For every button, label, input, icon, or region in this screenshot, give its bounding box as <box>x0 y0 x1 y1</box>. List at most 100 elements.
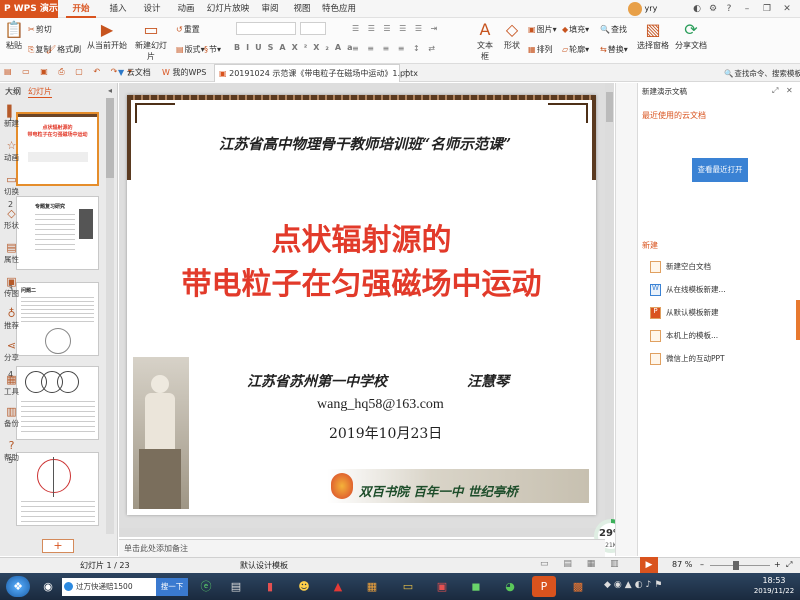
minimize-icon[interactable]: – <box>740 0 754 18</box>
replace-button[interactable]: ⇆替换▾ <box>600 44 628 55</box>
superscript-button[interactable]: X² <box>292 43 314 52</box>
fit-window-icon[interactable]: ⤢ <box>786 560 792 570</box>
media-icon[interactable]: ▮ <box>258 576 282 597</box>
panel-collapse-icon[interactable]: ◂ <box>108 86 112 95</box>
tray-icons[interactable]: ◆◉▲◐♪⚑ <box>604 580 665 590</box>
paragraph-indent-icons[interactable]: ≡ ≡ ≡ ≡ ↕ ⇄ <box>352 44 438 53</box>
pane-close-icon[interactable]: ✕ <box>786 86 793 95</box>
tab-slideshow[interactable]: 幻灯片放映 <box>204 0 252 18</box>
slide[interactable]: 江苏省高中物理骨干教师培训班“名师示范课” 点状辐射源的 带电粒子在匀强磁场中运… <box>127 95 596 515</box>
browser-icon[interactable]: ⓔ <box>194 576 218 597</box>
slide-thumb-3[interactable]: 问题二 <box>16 282 99 356</box>
folder-icon[interactable]: ▤ <box>224 576 248 597</box>
wps-taskbar-icon[interactable]: P <box>532 576 556 597</box>
underline-button[interactable]: U <box>255 43 268 52</box>
explorer-icon[interactable]: ▭ <box>396 576 420 597</box>
font-format-buttons[interactable]: BIUSAX²X₂Aa <box>234 43 359 52</box>
tab-insert[interactable]: 插入 <box>104 0 132 18</box>
add-slide-button[interactable]: + <box>42 539 74 553</box>
font-size-select[interactable] <box>300 22 326 35</box>
taskbar-search-input[interactable]: 过万快递赔1500 <box>62 578 156 596</box>
font-name-select[interactable] <box>236 22 296 35</box>
local-template[interactable]: 本机上的模板... <box>650 330 718 342</box>
slide-thumb-1[interactable]: 点状辐射源的 带电粒子在匀强磁场中运动 <box>16 112 99 186</box>
player-icon[interactable]: ▣ <box>430 576 454 597</box>
sidebar-item-share[interactable]: ⋖ 分享 <box>0 340 23 363</box>
sidebar-item-transition[interactable]: ▭ 切换 <box>0 174 23 197</box>
slide-thumb-5[interactable] <box>16 452 99 526</box>
sidebar-item-backup[interactable]: ▥ 备份 <box>0 406 23 429</box>
view-mode-icons[interactable]: ▭ ▤ ▦ ▥ <box>540 559 625 569</box>
arrange-button[interactable]: ▦排列 <box>528 44 553 55</box>
zoom-out-button[interactable]: – <box>700 560 704 569</box>
shape-button[interactable]: ◇ 形状 <box>502 22 522 51</box>
pane-edge-handle[interactable] <box>796 300 800 340</box>
sidebar-item-animation[interactable]: ☆ 动画 <box>0 140 23 163</box>
tab-features[interactable]: 特色应用 <box>320 0 358 18</box>
italic-button[interactable]: I <box>246 43 255 52</box>
new-blank-doc[interactable]: 新建空白文档 <box>650 261 711 273</box>
sidebar-item-new[interactable]: ▌ 新建 <box>0 106 23 129</box>
canvas-scroll-thumb[interactable] <box>606 92 613 122</box>
command-search[interactable]: 🔍查找命令、搜索模板 <box>724 68 800 79</box>
find-button[interactable]: 🔍查找 <box>600 24 627 35</box>
paragraph-align-icons[interactable]: ☰ ☰ ☰ ☰ ☰ ⇥ <box>352 24 440 33</box>
format-painter-button[interactable]: 🖌格式刷 <box>46 44 81 55</box>
bold-button[interactable]: B <box>234 43 246 52</box>
green-app-icon[interactable]: ◼ <box>464 576 488 597</box>
tab-cloud-doc[interactable]: ▼ 云文档 <box>104 64 151 82</box>
restore-icon[interactable]: ❐ <box>760 0 774 18</box>
new-tab-icon[interactable]: + <box>403 67 410 76</box>
wechat-icon[interactable]: ◕ <box>498 576 522 597</box>
zoom-slider[interactable] <box>710 565 770 566</box>
canvas-scrollbar-h[interactable] <box>119 528 605 537</box>
pane-pin-icon[interactable]: ⤢ <box>772 86 778 96</box>
tab-review[interactable]: 审阅 <box>256 0 284 18</box>
view-recent-button[interactable]: 查看最近打开 <box>692 158 748 182</box>
tab-start[interactable]: 开始 <box>66 0 96 18</box>
tab-view[interactable]: 视图 <box>288 0 316 18</box>
tab-design[interactable]: 设计 <box>138 0 166 18</box>
picture-button[interactable]: ▣图片▾ <box>528 24 557 35</box>
subscript-button[interactable]: X₂ <box>313 43 335 52</box>
textbox-button[interactable]: A 文本框 <box>474 22 496 62</box>
tab-outline[interactable]: 大纲 <box>5 86 21 97</box>
close-icon[interactable]: ✕ <box>780 0 794 18</box>
reset-button[interactable]: ↺重置 <box>176 24 200 35</box>
new-slide-button[interactable]: ▭ 新建幻灯片 <box>132 22 170 62</box>
canvas-scrollbar-v[interactable] <box>605 83 614 536</box>
new-from-online-template[interactable]: W 从在线模板新建... <box>650 284 726 296</box>
panel-scroll-thumb[interactable] <box>106 98 114 178</box>
notes-area[interactable]: 单击此处添加备注 <box>119 539 605 557</box>
zoom-in-button[interactable]: + <box>774 560 781 569</box>
slideshow-play-button[interactable]: ▶ <box>640 557 658 573</box>
new-from-default-template[interactable]: P 从默认模板新建 <box>650 307 719 319</box>
app2-icon[interactable]: ▩ <box>566 576 590 597</box>
sidebar-item-help[interactable]: ? 帮助 <box>0 440 23 463</box>
slide-thumb-2[interactable]: 专题复习研究 <box>16 196 99 270</box>
tab-slides[interactable]: 幻灯片 <box>28 86 52 98</box>
section-button[interactable]: §节▾ <box>204 44 221 55</box>
slide-thumb-4[interactable] <box>16 366 99 440</box>
strikethrough-button[interactable]: S <box>268 43 280 52</box>
sidebar-item-upload-image[interactable]: ▣ 传图 <box>0 276 23 299</box>
tab-animation[interactable]: 动画 <box>172 0 200 18</box>
outline-button[interactable]: ▱轮廓▾ <box>562 44 589 55</box>
paste-button[interactable]: 📋 粘贴 <box>4 22 24 51</box>
tab-document[interactable]: ▣ 20191024 示范课《带电粒子在磁场中运动》1.pptx <box>214 64 418 82</box>
app-icon[interactable]: ▦ <box>360 576 384 597</box>
from-current-button[interactable]: ▶ 从当前开始 <box>86 22 128 51</box>
pdf-icon[interactable]: ▲ <box>326 576 350 597</box>
share-doc-button[interactable]: ⟳ 分享文档 <box>674 22 708 51</box>
taskbar-search-button[interactable]: 搜一下 <box>156 578 188 596</box>
layout-button[interactable]: ▤版式▾ <box>176 44 205 55</box>
fill-button[interactable]: ◆填充▾ <box>562 24 589 35</box>
sidebar-item-recommend[interactable]: ♁ 推荐 <box>0 308 23 331</box>
skin-icon[interactable]: ◐ <box>690 0 704 18</box>
settings-icon[interactable]: ⚙ <box>706 0 720 18</box>
zoom-slider-thumb[interactable] <box>733 561 739 570</box>
tab-my-wps[interactable]: W 我的WPS <box>148 64 206 82</box>
user-account[interactable]: yry <box>628 1 688 17</box>
font-color-button[interactable]: A <box>279 43 291 52</box>
sidebar-item-tool[interactable]: ▦ 工具 <box>0 374 23 397</box>
